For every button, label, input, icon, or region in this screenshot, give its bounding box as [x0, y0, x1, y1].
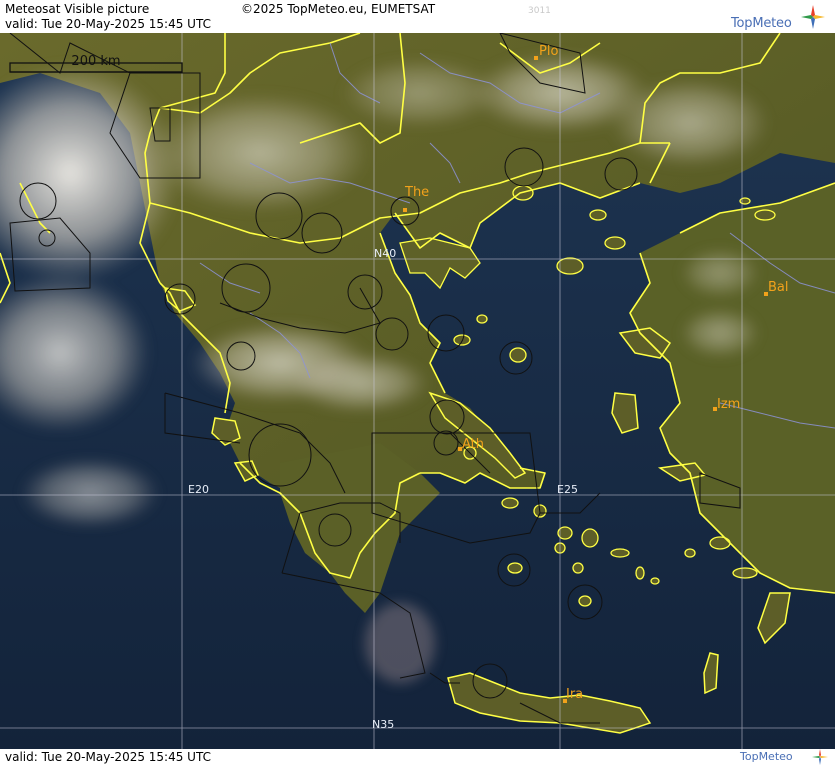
valid-time-bottom: valid: Tue 20-May-2025 15:45 UTC: [5, 750, 211, 764]
copyright-text: ©2025 TopMeteo.eu, EUMETSAT: [241, 2, 436, 16]
map-title: Meteosat Visible picture: [5, 2, 150, 16]
city-marker-the: [403, 208, 407, 212]
city-label-ira: Ira: [566, 687, 583, 702]
footer-bar: valid: Tue 20-May-2025 15:45 UTC TopMete…: [0, 749, 835, 765]
satellite-map-page: Meteosat Visible picture valid: Tue 20-M…: [0, 0, 835, 765]
city-label-bal: Bal: [768, 280, 789, 295]
lat-label-n40: N40: [374, 247, 396, 260]
lat-label-n35: N35: [372, 718, 394, 731]
header-bar: Meteosat Visible picture valid: Tue 20-M…: [0, 0, 835, 33]
city-label-ath: Ath: [462, 437, 484, 452]
footer-logo-text: TopMeteo: [740, 750, 793, 763]
scale-bar-label: 200 km: [71, 54, 120, 69]
topmeteo-logo[interactable]: TopMeteo: [731, 3, 827, 31]
satellite-map[interactable]: 200 km N40 N35 E20 E25 Plo The Bal Izm A…: [0, 33, 835, 749]
lon-label-e20: E20: [188, 483, 209, 496]
city-label-izm: Izm: [717, 397, 740, 412]
logo-text: TopMeteo: [731, 16, 792, 31]
lon-label-e25: E25: [557, 483, 578, 496]
city-label-plo: Plo: [539, 44, 558, 59]
footer-logo-icon: [812, 749, 828, 765]
product-code: 3011: [528, 6, 551, 16]
city-label-the: The: [404, 185, 429, 200]
compass-star-icon: [801, 5, 825, 29]
city-marker-plo: [534, 56, 538, 60]
valid-time-top: valid: Tue 20-May-2025 15:45 UTC: [5, 17, 211, 31]
